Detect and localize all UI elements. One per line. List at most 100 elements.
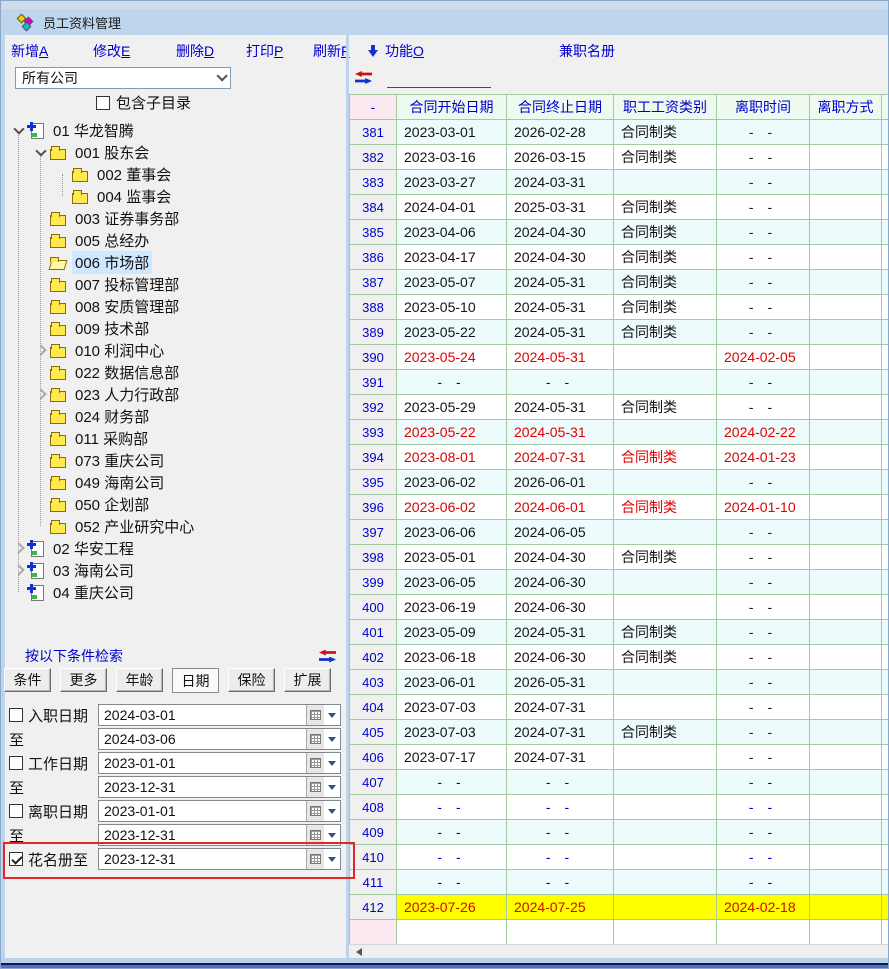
edge-cell[interactable] [882, 245, 889, 270]
contract-end-cell[interactable]: - - [507, 870, 614, 895]
date-input[interactable]: 2023-12-31 [98, 848, 341, 870]
contract-start-cell[interactable]: 2023-06-05 [397, 570, 507, 595]
row-number-cell[interactable]: 405 [350, 720, 397, 745]
edge-cell[interactable] [882, 770, 889, 795]
contract-start-cell[interactable]: - - [397, 845, 507, 870]
contract-start-cell[interactable]: 2023-05-09 [397, 620, 507, 645]
contract-start-cell[interactable]: 2023-05-01 [397, 545, 507, 570]
leave-date-cell[interactable]: - - [717, 295, 810, 320]
edge-cell[interactable] [882, 295, 889, 320]
wage-category-cell[interactable]: 合同制类 [614, 545, 717, 570]
row-number-cell[interactable]: 398 [350, 545, 397, 570]
contract-start-cell[interactable]: 2023-06-18 [397, 645, 507, 670]
wage-category-cell[interactable]: 合同制类 [614, 220, 717, 245]
contract-end-cell[interactable]: - - [507, 770, 614, 795]
dropdown-arrow-icon[interactable] [324, 737, 340, 742]
tree-item[interactable]: 011 采购部 [33, 427, 151, 449]
tree-item[interactable]: 006 市场部 [33, 251, 152, 273]
leave-method-cell[interactable] [810, 195, 882, 220]
edge-cell[interactable] [882, 795, 889, 820]
row-number-cell[interactable]: 390 [350, 345, 397, 370]
edge-cell[interactable] [882, 470, 889, 495]
leave-method-cell[interactable] [810, 720, 882, 745]
col-header-row-number[interactable]: - [350, 95, 397, 120]
calendar-icon[interactable] [306, 729, 324, 749]
leave-date-cell[interactable]: - - [717, 620, 810, 645]
edge-cell[interactable] [882, 670, 889, 695]
leave-date-cell[interactable]: - - [717, 570, 810, 595]
chevron-right-icon[interactable] [33, 342, 49, 358]
leave-date-cell[interactable]: - - [717, 770, 810, 795]
contract-end-cell[interactable]: 2024-06-01 [507, 495, 614, 520]
edge-cell[interactable] [882, 420, 889, 445]
row-number-cell[interactable]: 396 [350, 495, 397, 520]
date-input[interactable]: 2024-03-01 [98, 704, 341, 726]
date-input[interactable]: 2023-01-01 [98, 800, 341, 822]
edge-cell[interactable] [882, 545, 889, 570]
wage-category-cell[interactable] [614, 570, 717, 595]
row-number-cell[interactable]: 402 [350, 645, 397, 670]
title-bar[interactable]: 员工资料管理 [1, 9, 889, 35]
edge-cell[interactable] [882, 870, 889, 895]
tree-item[interactable]: 002 董事会 [55, 163, 174, 185]
contract-start-cell[interactable]: - - [397, 370, 507, 395]
wage-category-cell[interactable]: 合同制类 [614, 620, 717, 645]
dropdown-arrow-icon[interactable] [324, 857, 340, 862]
edge-cell[interactable] [882, 320, 889, 345]
wage-category-cell[interactable] [614, 670, 717, 695]
company-filter-select[interactable]: 所有公司 [15, 67, 231, 89]
leave-date-cell[interactable]: 2024-01-23 [717, 445, 810, 470]
wage-category-cell[interactable] [614, 520, 717, 545]
leave-date-cell[interactable]: - - [717, 520, 810, 545]
toolbar-button-2[interactable]: 修改E [93, 41, 130, 61]
edge-cell[interactable] [882, 595, 889, 620]
wage-category-cell[interactable]: 合同制类 [614, 495, 717, 520]
calendar-icon[interactable] [306, 777, 324, 797]
wage-category-cell[interactable]: 合同制类 [614, 145, 717, 170]
contract-end-cell[interactable]: 2024-05-31 [507, 320, 614, 345]
include-subdir-option[interactable]: 包含子目录 [96, 92, 191, 113]
contract-start-cell[interactable]: 2023-04-06 [397, 220, 507, 245]
tree-item[interactable]: 01 华龙智腾 [11, 119, 137, 141]
row-number-cell[interactable]: 411 [350, 870, 397, 895]
wage-category-cell[interactable]: 合同制类 [614, 245, 717, 270]
contract-end-cell[interactable]: 2026-03-15 [507, 145, 614, 170]
contract-end-cell[interactable]: 2024-03-31 [507, 170, 614, 195]
chevron-down-icon[interactable] [33, 144, 49, 160]
leave-method-cell[interactable] [810, 295, 882, 320]
contract-start-cell[interactable]: 2023-06-06 [397, 520, 507, 545]
leave-date-cell[interactable]: - - [717, 820, 810, 845]
col-header-wage-category[interactable]: 职工工资类别 [614, 95, 717, 120]
leave-method-cell[interactable] [810, 870, 882, 895]
row-number-cell[interactable]: 412 [350, 895, 397, 920]
edge-cell[interactable] [882, 720, 889, 745]
scroll-left-icon[interactable] [356, 948, 362, 956]
leave-date-cell[interactable]: - - [717, 395, 810, 420]
row-number-cell[interactable]: 409 [350, 820, 397, 845]
tree-item[interactable]: 009 技术部 [33, 317, 152, 339]
contract-end-cell[interactable]: 2025-03-31 [507, 195, 614, 220]
contract-end-cell[interactable]: 2024-06-30 [507, 645, 614, 670]
leave-date-cell[interactable]: 2024-02-05 [717, 345, 810, 370]
row-number-cell[interactable]: 385 [350, 220, 397, 245]
edge-cell[interactable] [882, 370, 889, 395]
contract-end-cell[interactable]: - - [507, 820, 614, 845]
row-number-cell[interactable]: 408 [350, 795, 397, 820]
toolbar-button-3[interactable]: 删除D [176, 41, 214, 61]
row-number-cell[interactable]: 392 [350, 395, 397, 420]
wage-category-cell[interactable] [614, 745, 717, 770]
leave-date-cell[interactable]: - - [717, 845, 810, 870]
leave-method-cell[interactable] [810, 395, 882, 420]
col-header-contract-end[interactable]: 合同终止日期 [507, 95, 614, 120]
edge-cell[interactable] [882, 845, 889, 870]
edge-cell[interactable] [882, 395, 889, 420]
leave-method-cell[interactable] [810, 520, 882, 545]
contract-end-cell[interactable]: 2024-05-31 [507, 270, 614, 295]
wage-category-cell[interactable]: 合同制类 [614, 395, 717, 420]
contract-end-cell[interactable] [507, 920, 614, 945]
contract-start-cell[interactable]: 2023-07-17 [397, 745, 507, 770]
date-input[interactable]: 2023-12-31 [98, 776, 341, 798]
leave-method-cell[interactable] [810, 545, 882, 570]
contract-start-cell[interactable]: - - [397, 870, 507, 895]
edge-cell[interactable] [882, 345, 889, 370]
